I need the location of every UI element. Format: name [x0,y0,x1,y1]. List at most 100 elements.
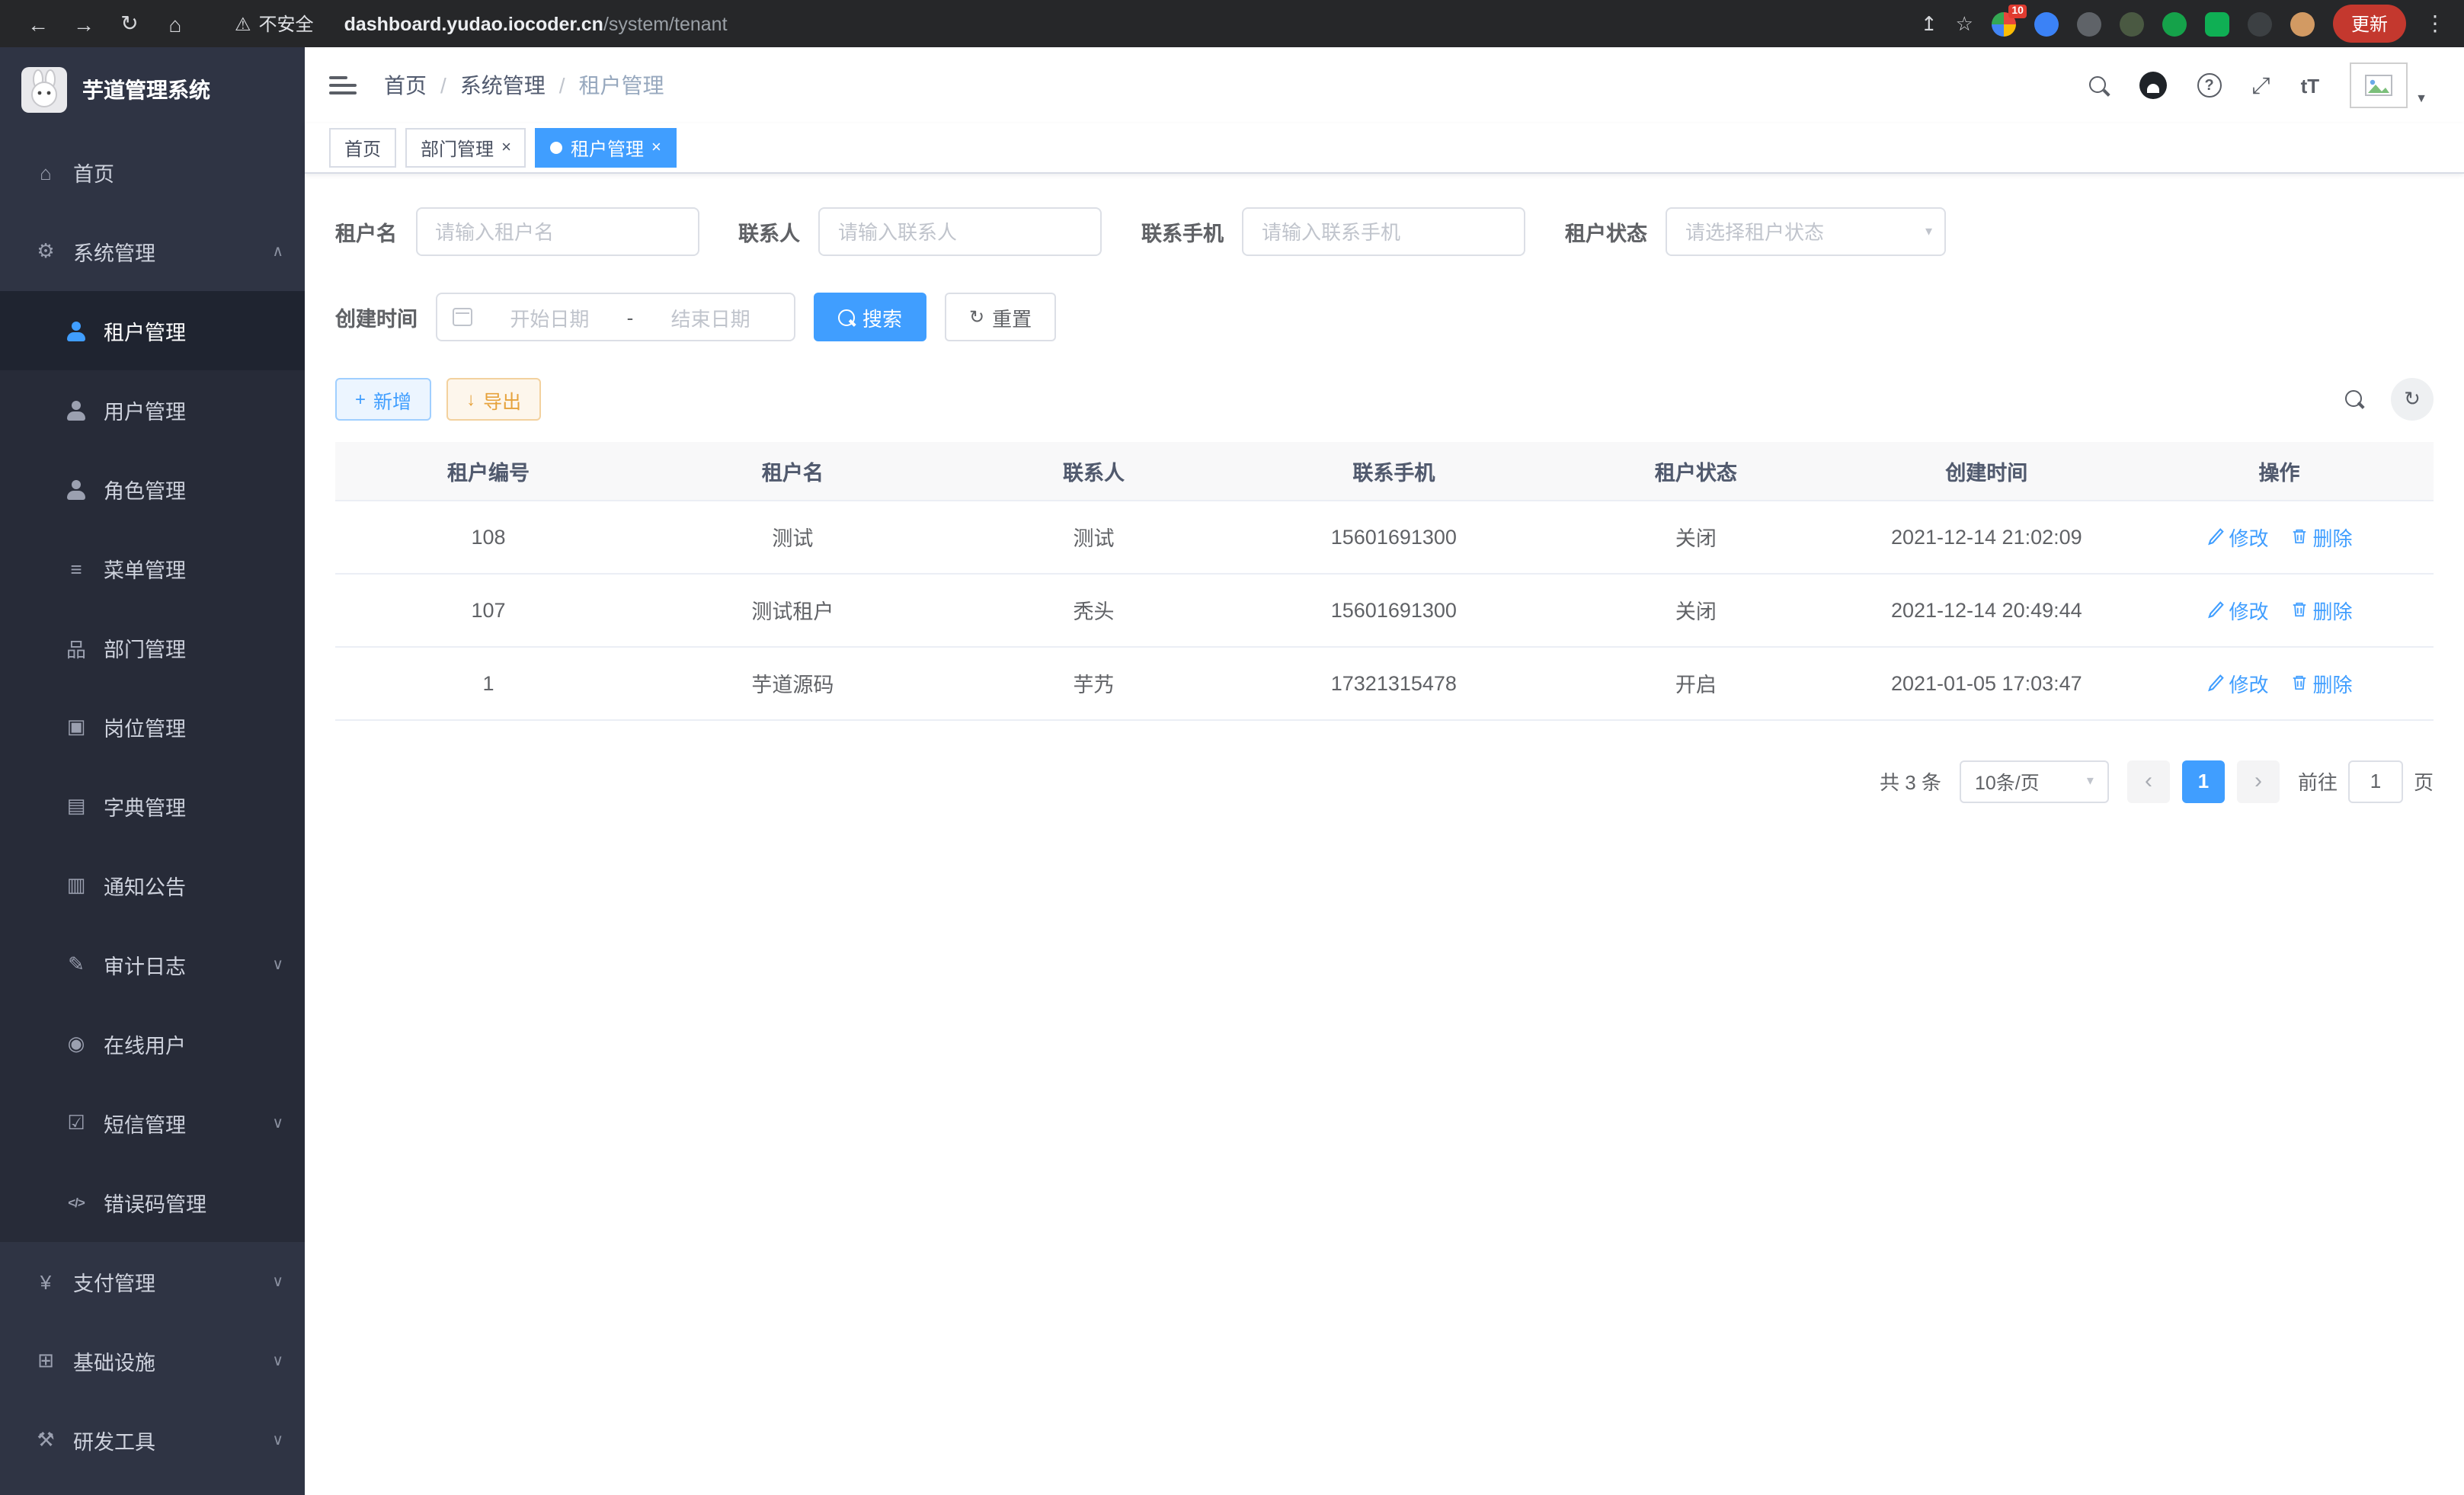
tab-home[interactable]: 首页 [329,128,396,168]
chevron-down-icon: ∨ [272,1353,283,1369]
sidebar-item-label: 通知公告 [104,870,186,901]
sidebar-item-home[interactable]: ⌂ 首页 [0,133,305,212]
sidebar-item-sms[interactable]: ☑ 短信管理 ∨ [0,1084,305,1163]
bookmark-star-icon[interactable]: ☆ [1956,11,1973,36]
sidebar-item-role[interactable]: 角色管理 [0,450,305,529]
end-date-placeholder: 结束日期 [642,303,779,331]
profile-avatar-icon[interactable] [2290,11,2315,36]
sidebar-item-label: 在线用户 [104,1029,186,1059]
user-avatar-menu[interactable]: ▼ [2350,62,2427,108]
status-select-input[interactable] [1666,207,1946,256]
chevron-down-icon: ∨ [272,1115,283,1132]
edit-link[interactable]: 修改 [2206,522,2269,551]
breadcrumb-separator: / [559,73,565,98]
help-icon[interactable]: ? [2197,73,2222,98]
filter-row-2: 创建时间 开始日期 - 结束日期 搜索 ↻ 重置 [335,293,2434,341]
search-button[interactable]: 搜索 [814,293,926,341]
url-domain: dashboard.yudao.iocoder.cn [344,13,603,34]
toggle-search-icon[interactable] [2333,378,2376,421]
browser-menu-icon[interactable]: ⋮ [2424,11,2446,37]
book-icon: ▤ [64,794,88,818]
cell-status: 关闭 [1544,573,1848,646]
breadcrumb: 首页 / 系统管理 / 租户管理 [384,70,664,101]
export-button[interactable]: ↓ 导出 [446,378,541,421]
browser-home-icon[interactable]: ⌂ [155,11,195,36]
github-icon[interactable] [2139,72,2167,99]
total-count: 共 3 条 [1880,767,1941,796]
app-logo[interactable]: 芋道管理系统 [0,47,305,133]
fullscreen-icon[interactable]: ⤢ [2252,72,2270,98]
sidebar-item-online[interactable]: ◉ 在线用户 [0,1004,305,1084]
sidebar-item-tenant[interactable]: 租户管理 [0,291,305,370]
address-bar[interactable]: dashboard.yudao.iocoder.cn/system/tenant [344,13,728,34]
extension-icon-7[interactable] [2248,11,2272,36]
extension-icon-5[interactable] [2162,11,2187,36]
plus-icon: + [355,389,366,410]
search-icon[interactable] [2089,75,2109,95]
status-select[interactable]: ▾ [1666,207,1946,256]
hamburger-icon[interactable] [329,75,357,96]
col-phone: 联系手机 [1243,442,1544,500]
security-chip[interactable]: ⚠ 不安全 [235,11,314,37]
sidebar-item-devtools[interactable]: ⚒ 研发工具 ∨ [0,1401,305,1480]
forward-icon[interactable]: → [64,11,104,36]
phone-input[interactable] [1242,207,1525,256]
reset-button[interactable]: ↻ 重置 [945,293,1056,341]
sidebar-item-system[interactable]: ⚙ 系统管理 ∧ [0,212,305,291]
prev-page-button[interactable]: ‹ [2127,760,2170,802]
date-range-picker[interactable]: 开始日期 - 结束日期 [436,293,795,341]
sidebar-item-dept[interactable]: 品 部门管理 [0,608,305,687]
reload-icon[interactable]: ↻ [110,11,149,37]
gear-icon: ⚙ [34,239,58,264]
sidebar-item-audit[interactable]: ✎ 审计日志 ∨ [0,925,305,1004]
tenant-name-input[interactable] [415,207,699,256]
close-icon[interactable]: × [651,139,661,157]
update-button[interactable]: 更新 [2333,5,2406,43]
edit-link[interactable]: 修改 [2206,668,2269,697]
share-icon[interactable]: ↥ [1921,11,1938,36]
sidebar-item-infra[interactable]: ⊞ 基础设施 ∨ [0,1321,305,1401]
extension-icon-3[interactable] [2077,11,2101,36]
edit-link[interactable]: 修改 [2206,595,2269,624]
sidebar-item-errorcode[interactable]: </> 错误码管理 [0,1163,305,1242]
sidebar-item-dict[interactable]: ▤ 字典管理 [0,767,305,846]
sidebar-item-label: 部门管理 [104,632,186,663]
close-icon[interactable]: × [501,139,511,157]
contact-input[interactable] [818,207,1102,256]
tab-tenant[interactable]: 租户管理 × [536,128,677,168]
page-size-select[interactable]: 10条/页 ▾ [1960,760,2109,802]
extension-icon-2[interactable] [2034,11,2059,36]
current-page-button[interactable]: 1 [2182,760,2225,802]
delete-link[interactable]: 删除 [2290,595,2353,624]
cell-tenant-name: 芋道源码 [642,646,944,719]
add-button[interactable]: + 新增 [335,378,431,421]
sidebar-item-label: 用户管理 [104,395,186,425]
back-icon[interactable]: ← [18,11,58,36]
breadcrumb-item[interactable]: 首页 [384,70,427,101]
next-page-button[interactable]: › [2237,760,2280,802]
cell-contact: 秃头 [944,573,1244,646]
refresh-table-icon[interactable]: ↻ [2391,378,2434,421]
goto-page-input[interactable] [2348,760,2403,802]
pager: ‹ 1 › [2127,760,2280,802]
edit-icon [2206,674,2225,692]
sidebar-item-post[interactable]: ▣ 岗位管理 [0,687,305,767]
tools-icon: ⚒ [34,1428,58,1452]
chevron-down-icon: ∨ [272,956,283,973]
breadcrumb-item[interactable]: 系统管理 [460,70,546,101]
table-row: 107 测试租户 秃头 15601691300 关闭 2021-12-14 20… [335,573,2434,646]
cell-tenant-id: 108 [335,500,642,573]
extension-icon-6[interactable] [2205,11,2229,36]
delete-link[interactable]: 删除 [2290,668,2353,697]
tab-dept[interactable]: 部门管理 × [405,128,526,168]
extension-icon-4[interactable] [2120,11,2144,36]
sidebar-item-user[interactable]: 用户管理 [0,370,305,450]
font-size-icon[interactable]: tT [2301,74,2320,97]
cell-created: 2021-01-05 17:03:47 [1848,646,2126,719]
sidebar-item-pay[interactable]: ¥ 支付管理 ∨ [0,1242,305,1321]
sidebar-item-notice[interactable]: ▥ 通知公告 [0,846,305,925]
delete-link[interactable]: 删除 [2290,522,2353,551]
cell-phone: 17321315478 [1243,646,1544,719]
extension-icon-1[interactable]: 10 [1992,11,2016,36]
sidebar-item-menu[interactable]: ≡ 菜单管理 [0,529,305,608]
